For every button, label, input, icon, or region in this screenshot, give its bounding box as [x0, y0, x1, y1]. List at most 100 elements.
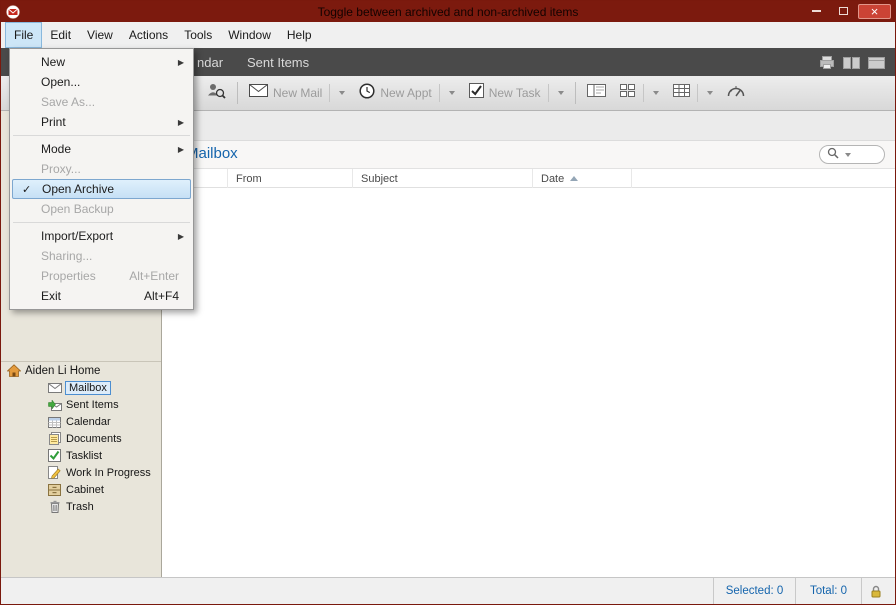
sidebar-item-mailbox[interactable]: Mailbox — [1, 379, 161, 396]
new-appt-button[interactable]: New Appt — [352, 80, 461, 106]
sidebar-item-mailbox-label: Mailbox — [65, 381, 111, 395]
tab-sent-items[interactable]: Sent Items — [247, 48, 309, 76]
new-mail-button[interactable]: New Mail — [242, 80, 352, 106]
tab-calendar-partial[interactable]: ndar — [197, 48, 223, 76]
menu-view[interactable]: View — [79, 22, 121, 48]
new-appt-dropdown-icon[interactable] — [449, 91, 455, 95]
trash-icon — [46, 500, 63, 513]
sidebar-item-documents-label: Documents — [66, 433, 122, 445]
close-button[interactable]: × — [858, 4, 891, 19]
panels-grid-icon — [620, 84, 636, 102]
folder-header-bar: Mailbox — [162, 141, 895, 169]
menu-item-properties-shortcut: Alt+Enter — [129, 269, 191, 283]
groupwise-logo-icon[interactable] — [6, 5, 20, 19]
menu-item-exit[interactable]: Exit Alt+F4 — [12, 286, 191, 306]
menu-item-new-label: New — [41, 55, 65, 69]
new-task-dropdown-icon[interactable] — [558, 91, 564, 95]
mail-icon — [249, 84, 268, 102]
submenu-arrow-icon: ▶ — [178, 145, 184, 154]
search-scope-dropdown-icon[interactable] — [845, 153, 851, 157]
maximize-button[interactable] — [831, 4, 855, 19]
sidebar-item-tasklist[interactable]: Tasklist — [1, 447, 161, 464]
column-date[interactable]: Date — [533, 169, 632, 188]
menu-item-print[interactable]: Print ▶ — [12, 112, 191, 132]
tasklist-icon — [46, 449, 63, 462]
search-box[interactable] — [819, 145, 885, 164]
total-count: Total: 0 — [796, 578, 861, 604]
new-task-label: New Task — [489, 86, 541, 100]
menu-actions[interactable]: Actions — [121, 22, 176, 48]
reading-pane-button[interactable] — [580, 80, 613, 106]
display-settings-button[interactable] — [613, 80, 666, 106]
column-subject[interactable]: Subject — [353, 169, 533, 188]
content-pane: Mailbox From Subject Date — [162, 111, 895, 577]
new-appt-label: New Appt — [380, 86, 431, 100]
sidebar-item-trash[interactable]: Trash — [1, 498, 161, 515]
view-table-button[interactable] — [666, 80, 720, 106]
menu-item-save-as-label: Save As... — [41, 95, 95, 109]
menu-item-mode[interactable]: Mode ▶ — [12, 139, 191, 159]
window-title: Toggle between archived and non-archived… — [1, 5, 895, 19]
column-subject-label: Subject — [361, 173, 398, 185]
menu-help[interactable]: Help — [279, 22, 320, 48]
menu-file[interactable]: File — [5, 22, 42, 48]
app-window: Toggle between archived and non-archived… — [0, 0, 896, 605]
sidebar-root-home[interactable]: Aiden Li Home — [1, 362, 161, 379]
print-view-icon[interactable] — [819, 56, 835, 74]
toolbar-separator — [237, 82, 238, 104]
menu-item-save-as[interactable]: Save As... — [12, 92, 191, 112]
menu-item-open-archive[interactable]: ✓ Open Archive — [12, 179, 191, 199]
sidebar-item-calendar-label: Calendar — [66, 416, 111, 428]
sidebar-item-sent-items[interactable]: Sent Items — [1, 396, 161, 413]
cabinet-icon — [46, 484, 63, 496]
sidebar-item-documents[interactable]: Documents — [1, 430, 161, 447]
menu-item-exit-label: Exit — [41, 289, 61, 303]
summary-view-button[interactable] — [720, 80, 752, 106]
menu-item-import-export-label: Import/Export — [41, 229, 113, 243]
menu-item-import-export[interactable]: Import/Export ▶ — [12, 226, 191, 246]
submenu-arrow-icon: ▶ — [178, 232, 184, 241]
status-bar: Selected: 0 Total: 0 — [1, 577, 895, 604]
checkmark-icon: ✓ — [22, 183, 31, 196]
work-in-progress-icon — [46, 466, 63, 479]
menu-item-proxy[interactable]: Proxy... — [12, 159, 191, 179]
display-settings-dropdown-icon[interactable] — [653, 91, 659, 95]
window-controls: × — [804, 3, 891, 19]
table-grid-icon — [673, 84, 690, 102]
calendar-icon — [46, 416, 63, 428]
content-top-strip — [162, 111, 895, 141]
menu-item-open-archive-label: Open Archive — [42, 182, 114, 196]
menu-item-properties[interactable]: Properties Alt+Enter — [12, 266, 191, 286]
sidebar-item-work-in-progress[interactable]: Work In Progress — [1, 464, 161, 481]
menu-item-new[interactable]: New ▶ — [12, 52, 191, 72]
task-check-icon — [469, 83, 484, 103]
new-mail-label: New Mail — [273, 86, 322, 100]
sidebar-root-label: Aiden Li Home — [25, 365, 100, 377]
split-pane-view-icon[interactable] — [843, 56, 860, 74]
menu-window[interactable]: Window — [220, 22, 279, 48]
sidebar-item-cabinet[interactable]: Cabinet — [1, 481, 161, 498]
message-list-empty[interactable] — [162, 188, 895, 577]
single-pane-view-icon[interactable] — [868, 56, 885, 74]
view-table-dropdown-icon[interactable] — [707, 91, 713, 95]
sidebar-item-calendar[interactable]: Calendar — [1, 413, 161, 430]
list-column-headers: From Subject Date — [162, 169, 895, 188]
find-contact-button[interactable] — [199, 80, 233, 106]
sidebar-item-work-in-progress-label: Work In Progress — [66, 467, 151, 479]
new-mail-dropdown-icon[interactable] — [339, 91, 345, 95]
menu-edit[interactable]: Edit — [42, 22, 79, 48]
toolbar-separator — [575, 82, 576, 104]
menu-item-sharing[interactable]: Sharing... — [12, 246, 191, 266]
minimize-button[interactable] — [804, 4, 828, 19]
gauge-icon — [727, 84, 745, 102]
new-task-button[interactable]: New Task — [462, 80, 571, 106]
split-divider — [697, 84, 698, 102]
menu-item-open[interactable]: Open... — [12, 72, 191, 92]
menu-item-sharing-label: Sharing... — [41, 249, 92, 263]
lock-icon — [870, 585, 882, 601]
column-from[interactable]: From — [228, 169, 353, 188]
menu-item-open-backup[interactable]: Open Backup — [12, 199, 191, 219]
menu-item-mode-label: Mode — [41, 142, 71, 156]
clock-icon — [359, 83, 375, 104]
menu-tools[interactable]: Tools — [176, 22, 220, 48]
